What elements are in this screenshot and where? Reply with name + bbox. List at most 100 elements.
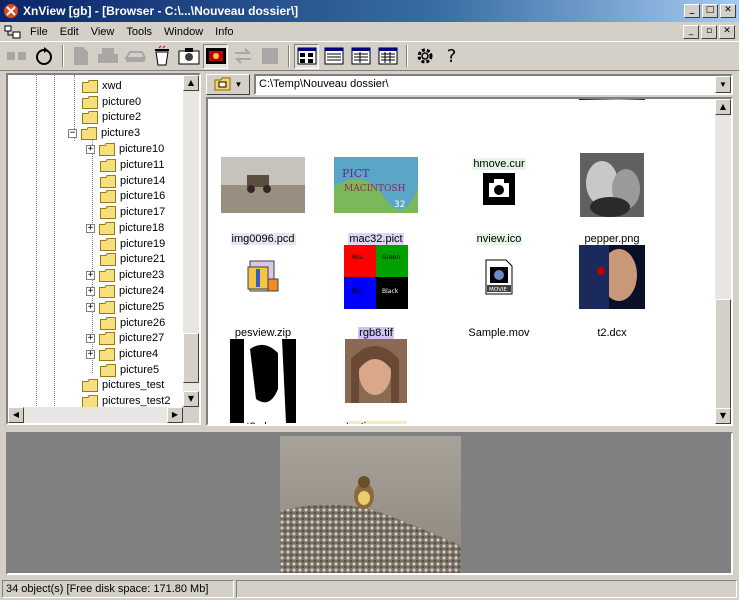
tree-expander[interactable]: +: [86, 302, 95, 312]
scroll-up-button[interactable]: ▲: [183, 75, 199, 91]
view-details-button[interactable]: [348, 44, 373, 69]
tree-item[interactable]: picture26: [100, 315, 165, 331]
file-name-label: rgb8.tif: [358, 327, 394, 339]
scroll-down-button[interactable]: ▼: [183, 391, 199, 407]
scroll-thumb[interactable]: [715, 299, 731, 409]
minimize-button[interactable]: _: [684, 4, 700, 18]
path-bar: ▼ C:\Temp\Nouveau dossier\ ▼: [206, 73, 733, 95]
file-thumbnail[interactable]: nview.ico: [444, 151, 554, 246]
view-list-button[interactable]: [321, 44, 346, 69]
file-thumbnail[interactable]: t2.xbm: [208, 339, 318, 424]
view-thumbnails-button[interactable]: [294, 43, 319, 69]
tree-item[interactable]: picture2: [82, 109, 141, 125]
folder-icon: [99, 142, 115, 156]
file-thumbnail[interactable]: MOVIE Sample.mov: [444, 245, 554, 340]
mdi-minimize-button[interactable]: _: [683, 24, 699, 39]
xnview-app-icon[interactable]: [3, 3, 19, 19]
thumbnail-view[interactable]: granite.xpmgrey4.pgmhmove.curim1.psdimg0…: [206, 97, 733, 426]
toolbar-browse-button[interactable]: [4, 44, 29, 69]
toolbar-help-button[interactable]: ?: [439, 44, 464, 69]
tree-item[interactable]: + picture10: [86, 141, 164, 157]
tree-item[interactable]: + picture24: [86, 283, 164, 299]
path-value[interactable]: C:\Temp\Nouveau dossier\: [259, 78, 715, 90]
file-thumbnail[interactable]: PICT MACINTOSH 32 mac32.pict: [321, 151, 431, 246]
tree-vertical-scrollbar[interactable]: ▲ ▼: [183, 75, 199, 407]
tree-item[interactable]: xwd: [82, 78, 122, 94]
scroll-up-button[interactable]: ▲: [715, 99, 731, 115]
trash-icon: [154, 45, 169, 66]
file-thumbnail[interactable]: pepper.png: [557, 151, 667, 246]
menu-view[interactable]: View: [85, 26, 121, 38]
tree-expander[interactable]: +: [86, 286, 95, 296]
toolbar-slideshow-button[interactable]: [203, 43, 228, 69]
toolbar-delete-button[interactable]: [149, 44, 174, 69]
tree-expander[interactable]: +: [86, 333, 95, 343]
tree-item[interactable]: + picture18: [86, 220, 164, 236]
tree-item[interactable]: pictures_test: [82, 377, 164, 393]
toolbar-scan-button[interactable]: [122, 44, 147, 69]
toolbar-options-button[interactable]: [412, 44, 437, 69]
browser-doc-icon[interactable]: [4, 24, 22, 40]
file-thumbnail[interactable]: testimg.ppm: [321, 339, 431, 424]
tree-item[interactable]: picture0: [82, 94, 141, 110]
close-button[interactable]: ✕: [720, 4, 736, 18]
scroll-right-button[interactable]: ▶: [167, 407, 183, 423]
tree-expander[interactable]: −: [68, 128, 77, 138]
file-thumbnail[interactable]: img0096.pcd: [208, 151, 318, 246]
file-thumbnail[interactable]: t2.dcx: [557, 245, 667, 340]
tree-item[interactable]: + picture27: [86, 330, 164, 346]
tree-item[interactable]: picture11: [100, 157, 164, 173]
tree-horizontal-scrollbar[interactable]: ◀ ▶: [8, 407, 183, 423]
folder-icon: [100, 174, 116, 188]
menu-edit[interactable]: Edit: [54, 26, 85, 38]
thumbs-vertical-scrollbar[interactable]: ▲ ▼: [715, 99, 731, 424]
tree-item-label: picture10: [119, 143, 165, 155]
mdi-restore-button[interactable]: ▫: [701, 24, 717, 39]
tree-expander[interactable]: +: [86, 144, 95, 154]
toolbar-convert-button[interactable]: [230, 44, 255, 69]
folder-icon: [100, 363, 116, 377]
maximize-button[interactable]: □: [702, 4, 718, 18]
mdi-close-button[interactable]: ✕: [719, 24, 735, 39]
tree-item[interactable]: picture17: [100, 204, 165, 220]
tree-item[interactable]: picture5: [100, 362, 159, 378]
scroll-corner: [183, 407, 199, 423]
tree-expander[interactable]: +: [86, 223, 95, 233]
tree-item[interactable]: picture19: [100, 236, 165, 252]
path-dropdown-button[interactable]: ▼: [715, 75, 731, 93]
toolbar-capture-button[interactable]: [176, 44, 201, 69]
toolbar-stop-button[interactable]: [257, 44, 282, 69]
thumbnail-image: [221, 157, 305, 213]
toolbar-refresh-button[interactable]: [31, 44, 56, 69]
document-icon: [73, 47, 88, 65]
thumbnail-image: [483, 173, 515, 205]
tree-item[interactable]: − picture3: [68, 125, 140, 141]
scroll-thumb[interactable]: [183, 333, 199, 383]
file-name-label: mac32.pict: [348, 233, 404, 245]
menu-tools[interactable]: Tools: [120, 26, 158, 38]
tree-item[interactable]: picture16: [100, 188, 165, 204]
menu-file[interactable]: File: [24, 26, 54, 38]
tree-item[interactable]: picture21: [100, 251, 165, 267]
toolbar-print-button[interactable]: [95, 44, 120, 69]
tree-expander[interactable]: +: [86, 349, 95, 359]
rgb-thumb-label: Green: [382, 254, 400, 261]
tree-item[interactable]: picture14: [100, 173, 165, 189]
scroll-left-button[interactable]: ◀: [8, 407, 24, 423]
tree-item[interactable]: + picture4: [86, 346, 158, 362]
folder-tree[interactable]: xwd picture0 picture2 − picture3 + picture10 pi…: [6, 73, 201, 425]
preview-pane: [6, 432, 733, 575]
view-report-button[interactable]: [375, 44, 400, 69]
file-thumbnail[interactable]: Rou Green Blu Black rgb8.tif: [321, 245, 431, 340]
scroll-down-button[interactable]: ▼: [715, 408, 731, 424]
file-thumbnail[interactable]: pesview.zip: [208, 245, 318, 340]
tree-guide-line: [54, 75, 55, 408]
tree-expander[interactable]: +: [86, 270, 95, 280]
favorites-folder-button[interactable]: ▼: [206, 73, 250, 95]
tree-item[interactable]: + picture25: [86, 299, 164, 315]
menu-info[interactable]: Info: [209, 26, 239, 38]
menu-window[interactable]: Window: [158, 26, 209, 38]
path-combobox[interactable]: C:\Temp\Nouveau dossier\ ▼: [254, 73, 733, 95]
toolbar-open-button[interactable]: [68, 44, 93, 69]
tree-item[interactable]: + picture23: [86, 267, 164, 283]
